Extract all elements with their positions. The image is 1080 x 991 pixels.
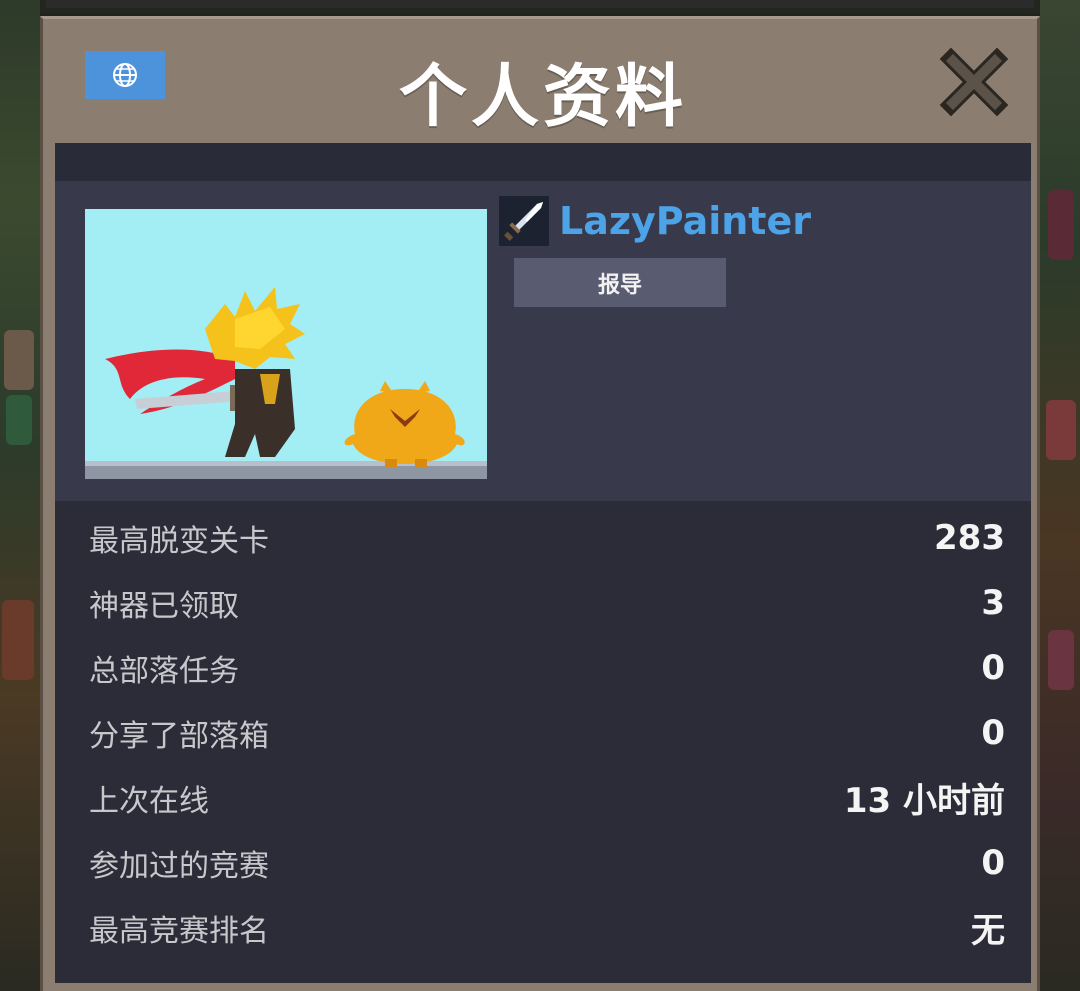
stat-row-tournaments: 参加过的竞赛 0 xyxy=(55,830,1031,895)
stat-row-best-rank: 最高竞赛排名 无 xyxy=(55,895,1031,960)
profile-body: LazyPainter 报导 最高脱变关卡 283 神器已领取 3 总部落任务 … xyxy=(55,143,1031,983)
stat-label: 最高脱变关卡 xyxy=(89,523,269,559)
stat-value: 0 xyxy=(981,842,1005,883)
stat-row-clan-quests: 总部落任务 0 xyxy=(55,635,1031,700)
stat-label: 参加过的竞赛 xyxy=(89,848,269,884)
player-avatar[interactable] xyxy=(499,196,549,246)
stat-label: 最高竞赛排名 xyxy=(89,913,269,949)
hero-preview-image xyxy=(85,209,487,479)
stat-label: 总部落任务 xyxy=(89,653,239,689)
stat-row-highest-stage: 最高脱变关卡 283 xyxy=(55,505,1031,570)
player-username: LazyPainter xyxy=(559,199,811,243)
background-right-scenery xyxy=(1040,0,1080,991)
close-x-icon xyxy=(939,47,1009,117)
stat-value: 3 xyxy=(981,582,1005,623)
stat-row-last-online: 上次在线 13 小时前 xyxy=(55,765,1031,830)
stat-value: 0 xyxy=(981,712,1005,753)
profile-dialog: 个人资料 LazyPainter 报导 最高脱变关卡 283 神器已领取 3 总… xyxy=(40,16,1040,991)
background-left-scenery xyxy=(0,0,40,991)
stat-value: 0 xyxy=(981,647,1005,688)
stat-label: 上次在线 xyxy=(89,783,209,819)
profile-summary: LazyPainter 报导 xyxy=(55,181,1031,501)
game-screen: 个人资料 LazyPainter 报导 最高脱变关卡 283 神器已领取 3 总… xyxy=(0,0,1080,991)
close-button[interactable] xyxy=(939,47,1009,117)
header-strip xyxy=(55,143,1031,181)
sword-icon xyxy=(504,202,543,241)
stat-label: 分享了部落箱 xyxy=(89,718,269,754)
report-button[interactable]: 报导 xyxy=(514,258,726,307)
stat-value: 283 xyxy=(934,517,1005,558)
dialog-title: 个人资料 xyxy=(398,58,687,137)
stat-row-clan-chests: 分享了部落箱 0 xyxy=(55,700,1031,765)
background-top-bar xyxy=(0,0,1080,14)
stat-value: 无 xyxy=(971,911,1005,951)
stat-value: 13 小时前 xyxy=(843,781,1005,821)
stat-row-artifacts: 神器已领取 3 xyxy=(55,570,1031,635)
stats-list: 最高脱变关卡 283 神器已领取 3 总部落任务 0 分享了部落箱 0 上次在线 xyxy=(55,505,1031,960)
stat-label: 神器已领取 xyxy=(89,588,239,624)
